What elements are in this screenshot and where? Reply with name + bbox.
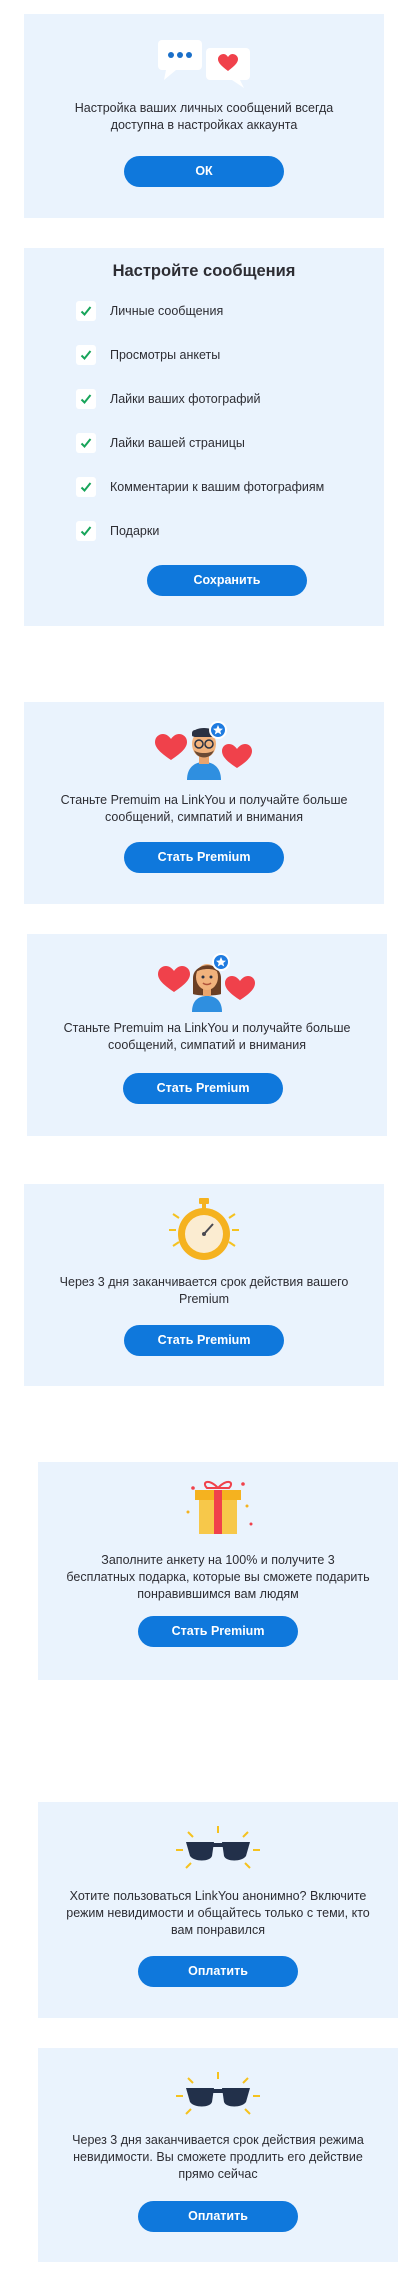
option-label: Личные сообщения — [110, 304, 224, 318]
man-avatar-with-hearts-icon — [155, 721, 252, 780]
checkmark-icon — [80, 438, 92, 448]
checkmark-icon — [80, 482, 92, 492]
settings-title: Настройте сообщения — [112, 262, 296, 280]
pay-button[interactable]: Оплатить — [138, 2201, 298, 2232]
chat-bubbles-icon — [158, 40, 250, 88]
stopwatch-icon — [169, 1198, 239, 1260]
checkmark-icon — [80, 350, 92, 360]
checkbox[interactable] — [76, 521, 96, 541]
checkmark-icon — [80, 526, 92, 536]
option-page-likes[interactable]: Лайки вашей страницы — [76, 432, 245, 454]
pay-button[interactable]: Оплатить — [138, 1956, 298, 1987]
sunglasses-icon — [176, 1826, 260, 1869]
checkbox[interactable] — [76, 477, 96, 497]
checkmark-icon — [80, 394, 92, 404]
option-label: Просмотры анкеты — [110, 348, 221, 362]
checkbox[interactable] — [76, 345, 96, 365]
invisible-expiring-text: Через 3 дня заканчивается срок действия … — [72, 2133, 364, 2181]
option-label: Лайки ваших фотографий — [110, 392, 261, 406]
become-premium-button[interactable]: Стать Premium — [123, 1073, 283, 1104]
option-profile-views[interactable]: Просмотры анкеты — [76, 344, 220, 366]
gift-box-icon — [186, 1481, 253, 1534]
expiring-text: Через 3 дня заканчивается срок действия … — [59, 1275, 349, 1306]
option-photo-likes[interactable]: Лайки ваших фотографий — [76, 388, 260, 410]
notice-text: Настройка ваших личных сообщений всегда … — [74, 101, 334, 132]
save-button[interactable]: Сохранить — [147, 565, 307, 596]
message-settings-card: Настройте сообщения Личные сообщения Про… — [24, 248, 384, 626]
invisible-expiring-card: Через 3 дня заканчивается срок действия … — [38, 2048, 398, 2262]
become-premium-button[interactable]: Стать Premium — [138, 1616, 298, 1647]
profile-gifts-card: Заполните анкету на 100% и получите 3 бе… — [38, 1462, 398, 1680]
sunglasses-icon — [176, 2072, 260, 2115]
checkmark-icon — [80, 306, 92, 316]
woman-avatar-with-hearts-icon — [158, 953, 255, 1012]
checkbox[interactable] — [76, 389, 96, 409]
premium-text: Станьте Premuim на LinkYou и получайте б… — [60, 793, 348, 824]
invisible-mode-card: Хотите пользоваться LinkYou анонимно? Вк… — [38, 1802, 398, 2018]
message-notice-card: Настройка ваших личных сообщений всегда … — [24, 14, 384, 218]
option-gifts[interactable]: Подарки — [76, 520, 159, 542]
option-photo-comments[interactable]: Комментарии к вашим фотографиям — [76, 476, 324, 498]
premium-card-male: Станьте Premuim на LinkYou и получайте б… — [24, 702, 384, 904]
become-premium-button[interactable]: Стать Premium — [124, 1325, 284, 1356]
checkbox[interactable] — [76, 301, 96, 321]
premium-card-female: Станьте Premuim на LinkYou и получайте б… — [27, 934, 387, 1136]
gifts-text: Заполните анкету на 100% и получите 3 бе… — [66, 1553, 370, 1601]
option-label: Подарки — [110, 524, 160, 538]
premium-text: Станьте Premuim на LinkYou и получайте б… — [63, 1021, 351, 1052]
option-label: Комментарии к вашим фотографиям — [110, 480, 325, 494]
become-premium-button[interactable]: Стать Premium — [124, 842, 284, 873]
invisible-text: Хотите пользоваться LinkYou анонимно? Вк… — [66, 1889, 370, 1937]
ok-button[interactable]: ОК — [124, 156, 284, 187]
premium-expiring-card: Через 3 дня заканчивается срок действия … — [24, 1184, 384, 1386]
checkbox[interactable] — [76, 433, 96, 453]
option-label: Лайки вашей страницы — [110, 436, 245, 450]
option-personal-messages[interactable]: Личные сообщения — [76, 300, 223, 322]
